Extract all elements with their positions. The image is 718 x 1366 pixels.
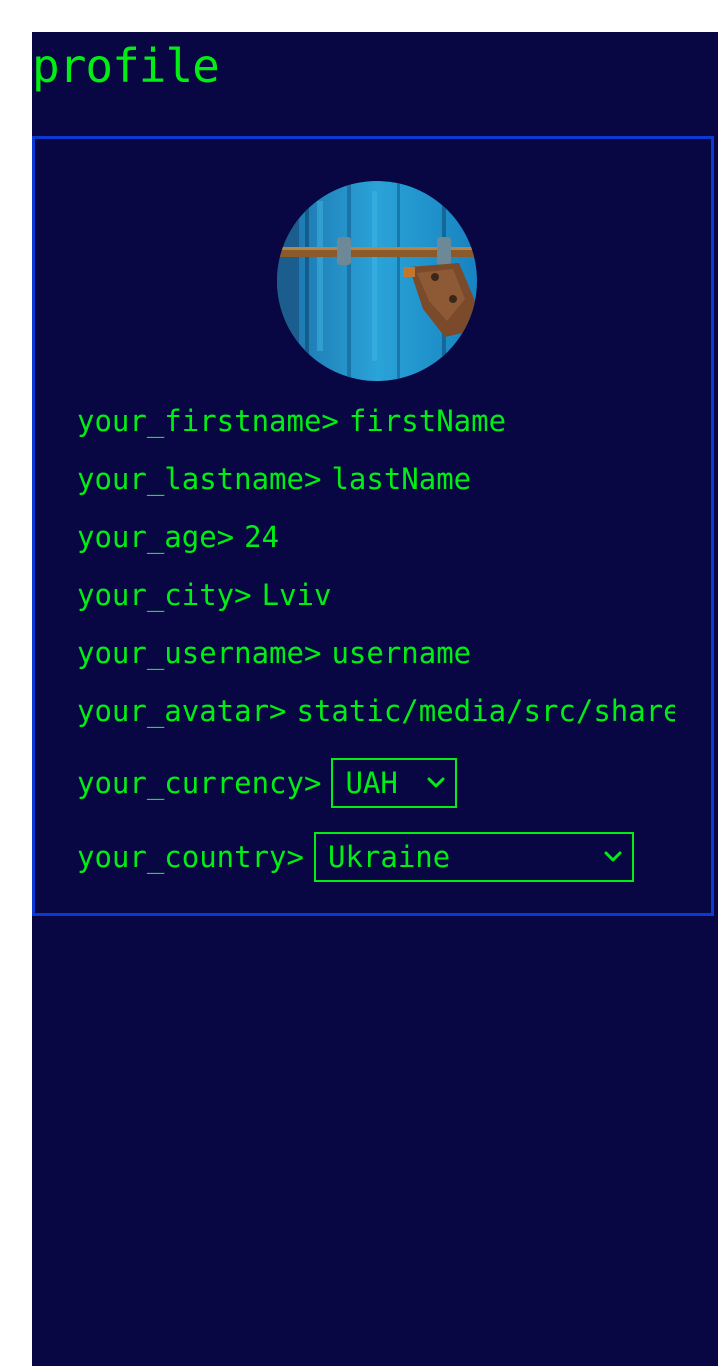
country-row: your_country> Ukraine bbox=[77, 829, 634, 885]
username-value[interactable]: username bbox=[331, 636, 471, 670]
currency-select[interactable]: UAH bbox=[331, 758, 458, 808]
profile-page: profile your_firstname> firstName your_l… bbox=[32, 32, 718, 1366]
avatar-label: your_avatar> bbox=[77, 694, 287, 728]
avatar-value[interactable]: static/media/src/share bbox=[297, 694, 675, 728]
age-row: your_age> 24 bbox=[77, 517, 279, 557]
profile-card: your_firstname> firstName your_lastname>… bbox=[32, 136, 714, 916]
country-select[interactable]: Ukraine bbox=[313, 832, 634, 882]
avatar bbox=[277, 181, 477, 381]
lastname-row: your_lastname> lastName bbox=[77, 459, 471, 499]
lastname-label: your_lastname> bbox=[77, 462, 322, 496]
country-selected-value: Ukraine bbox=[327, 840, 451, 874]
city-label: your_city> bbox=[77, 578, 252, 612]
country-label: your_country> bbox=[77, 840, 304, 874]
avatar-image bbox=[277, 181, 477, 381]
avatar-row: your_avatar> static/media/src/share bbox=[77, 691, 675, 731]
firstname-row: your_firstname> firstName bbox=[77, 401, 506, 441]
username-label: your_username> bbox=[77, 636, 322, 670]
age-label: your_age> bbox=[77, 520, 235, 554]
lastname-value[interactable]: lastName bbox=[331, 462, 471, 496]
firstname-value[interactable]: firstName bbox=[349, 404, 506, 438]
username-row: your_username> username bbox=[77, 633, 471, 673]
firstname-label: your_firstname> bbox=[77, 404, 339, 438]
chevron-down-icon bbox=[604, 851, 622, 862]
city-value[interactable]: Lviv bbox=[262, 578, 332, 612]
currency-row: your_currency> UAH bbox=[77, 755, 458, 811]
currency-label: your_currency> bbox=[77, 766, 322, 800]
page-title: profile bbox=[32, 39, 220, 93]
city-row: your_city> Lviv bbox=[77, 575, 331, 615]
currency-selected-value: UAH bbox=[345, 766, 398, 800]
chevron-down-icon bbox=[427, 777, 445, 788]
age-value[interactable]: 24 bbox=[244, 520, 279, 554]
